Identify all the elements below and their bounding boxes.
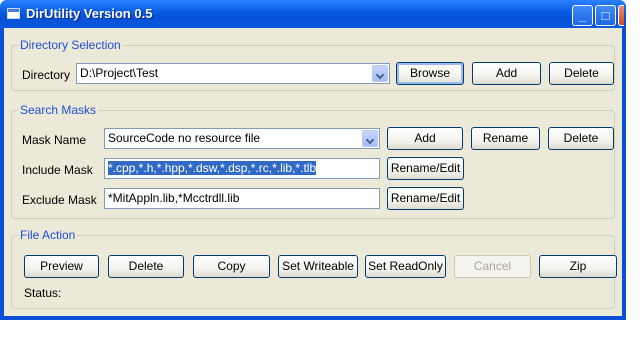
rename-mask-button[interactable]: Rename [471, 127, 540, 150]
status-label: Status: [24, 286, 62, 300]
delete-mask-button[interactable]: Delete [548, 127, 614, 150]
minimize-icon: _ [578, 8, 587, 23]
delete-files-button[interactable]: Delete [108, 255, 184, 278]
cancel-button: Cancel [454, 255, 531, 278]
add-directory-button[interactable]: Add [472, 62, 541, 85]
close-button[interactable]: ✕ [618, 5, 624, 26]
exclude-mask-input[interactable]: *MitAppln.lib,*Mcctrdll.lib [104, 188, 380, 209]
client-area: Directory Selection Directory D:\Project… [4, 28, 622, 316]
file-action-legend: File Action [18, 228, 78, 242]
mask-name-label: Mask Name [22, 133, 87, 147]
include-mask-value: *.cpp,*.h,*.hpp,*.dsw,*.dsp,*.rc,*.lib,*… [108, 161, 317, 175]
directory-combo[interactable]: D:\Project\Test [76, 63, 390, 84]
minimize-button[interactable]: _ [572, 5, 593, 26]
maximize-icon: □ [601, 8, 610, 23]
app-window: DirUtility Version 0.5 _ □ ✕ Directory S… [0, 0, 626, 320]
directory-label: Directory [22, 68, 71, 82]
preview-button[interactable]: Preview [24, 255, 99, 278]
search-masks-legend: Search Masks [18, 103, 99, 117]
add-mask-button[interactable]: Add [387, 127, 463, 150]
set-readonly-button[interactable]: Set ReadOnly [365, 255, 446, 278]
window-title: DirUtility Version 0.5 [26, 6, 153, 21]
maximize-button[interactable]: □ [595, 5, 616, 26]
browse-button[interactable]: Browse [396, 62, 464, 85]
title-bar[interactable]: DirUtility Version 0.5 _ □ ✕ [0, 0, 626, 28]
include-mask-input[interactable]: *.cpp,*.h,*.hpp,*.dsw,*.dsp,*.rc,*.lib,*… [104, 158, 380, 179]
chevron-down-icon[interactable] [372, 65, 388, 82]
exclude-mask-label: Exclude Mask [22, 193, 97, 207]
set-writeable-button[interactable]: Set Writeable [278, 255, 358, 278]
delete-directory-button[interactable]: Delete [549, 62, 614, 85]
exclude-rename-edit-button[interactable]: Rename/Edit [387, 187, 464, 210]
zip-button[interactable]: Zip [539, 255, 617, 278]
directory-selection-group: Directory Selection Directory D:\Project… [11, 38, 615, 91]
include-mask-label: Include Mask [22, 163, 93, 177]
directory-selection-legend: Directory Selection [18, 38, 123, 52]
app-icon [7, 8, 20, 19]
file-action-group: File Action Preview Delete Copy Set Writ… [11, 228, 617, 309]
include-rename-edit-button[interactable]: Rename/Edit [387, 157, 464, 180]
search-masks-group: Search Masks Mask Name SourceCode no res… [11, 103, 615, 219]
mask-name-combo[interactable]: SourceCode no resource file [104, 128, 380, 149]
chevron-down-icon[interactable] [362, 130, 378, 147]
directory-value: D:\Project\Test [80, 66, 159, 80]
copy-button[interactable]: Copy [193, 255, 270, 278]
exclude-mask-value: *MitAppln.lib,*Mcctrdll.lib [108, 191, 240, 205]
mask-name-value: SourceCode no resource file [108, 131, 261, 145]
